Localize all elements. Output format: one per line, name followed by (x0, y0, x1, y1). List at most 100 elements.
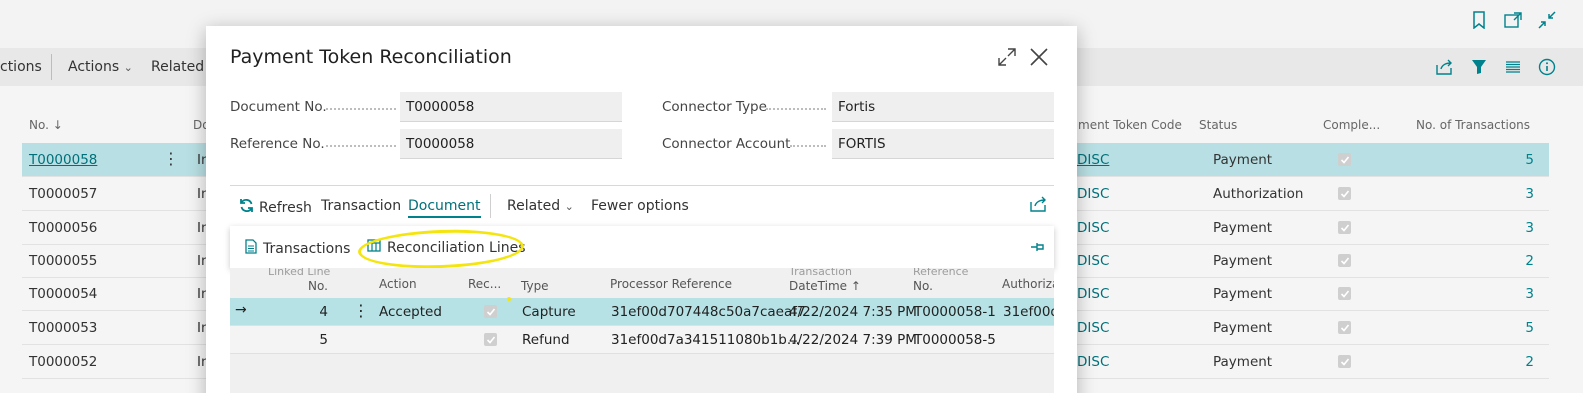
dialog-title: Payment Token Reconciliation (230, 46, 512, 68)
document-no-field[interactable]: T0000058 (400, 92, 622, 122)
share-icon[interactable] (1030, 196, 1048, 216)
column-header-linked-line-top: Linked Line (268, 268, 331, 278)
refresh-icon (239, 198, 254, 217)
reference-no-field[interactable]: T0000058 (400, 129, 622, 159)
toolbar-separator (51, 54, 52, 80)
fewer-options-button[interactable]: Fewer options (591, 198, 689, 214)
row-menu-icon[interactable]: ⋮ (163, 149, 179, 168)
row-code[interactable]: DISC (1077, 152, 1109, 168)
column-header-transactions[interactable]: No. of Transactions (1416, 118, 1530, 132)
row-transactions[interactable]: 5 (1494, 152, 1534, 168)
row-action[interactable]: Accepted (379, 304, 442, 320)
actions-menu[interactable]: Actions ⌄ (68, 59, 133, 75)
related-label: Related (507, 198, 561, 214)
row-no[interactable]: T0000052 (29, 354, 97, 370)
row-status: Payment (1213, 220, 1273, 236)
row-transactions[interactable]: 3 (1494, 186, 1534, 202)
row-processor-reference: 31ef00d707448c50a7caeaf7 (611, 304, 806, 320)
dialog-action-bar: Refresh Transaction Document Related ⌄ F… (230, 192, 1054, 222)
row-no[interactable]: T0000058 (29, 152, 97, 168)
list-view-icon[interactable] (1503, 57, 1523, 77)
row-code[interactable]: DISC (1077, 354, 1109, 370)
row-no[interactable]: T0000057 (29, 186, 97, 202)
column-header-processor-reference[interactable]: Processor Reference (610, 277, 732, 291)
row-code[interactable]: DISC (1077, 286, 1109, 302)
row-completed-checkbox (1338, 153, 1351, 166)
connector-type-field[interactable]: Fortis (832, 92, 1054, 122)
document-no-label: Document No. (230, 99, 327, 115)
column-header-rec[interactable]: Rec... (468, 277, 501, 291)
reconciliation-lines-grid: Linked Line No. Action Rec... Type Proce… (230, 268, 1054, 393)
row-transactions[interactable]: 3 (1494, 220, 1534, 236)
expand-icon[interactable] (997, 47, 1017, 67)
related-menu[interactable]: Related (151, 59, 204, 75)
row-type: Capture (522, 304, 576, 320)
row-transactions[interactable]: 2 (1494, 354, 1534, 370)
column-header-reference-top: Reference (913, 268, 969, 278)
refresh-button[interactable]: Refresh (239, 198, 312, 217)
table-row[interactable]: → 4 ⋮ Accepted Capture 31ef00d707448c50a… (230, 298, 1054, 326)
row-transactions[interactable]: 2 (1494, 253, 1534, 269)
column-header-linked-line[interactable]: No. (308, 279, 328, 293)
row-completed-checkbox (1338, 321, 1351, 334)
info-icon[interactable] (1537, 57, 1557, 77)
actions-partial-item[interactable]: ctions (0, 59, 42, 75)
close-icon[interactable] (1028, 46, 1050, 68)
row-status: Payment (1213, 354, 1273, 370)
row-code[interactable]: DISC (1077, 186, 1109, 202)
document-tab[interactable]: Document (408, 198, 481, 218)
sort-ascending-icon: ↑ (850, 279, 861, 293)
refresh-label: Refresh (259, 199, 312, 216)
transactions-button[interactable]: Transactions (245, 239, 350, 258)
row-transactions[interactable]: 3 (1494, 286, 1534, 302)
highlight-mark (507, 297, 511, 301)
field-leader-dots (326, 145, 396, 147)
row-transactions[interactable]: 5 (1494, 320, 1534, 336)
column-header-authorization[interactable]: Authoriza (1002, 277, 1054, 291)
column-header-datetime-label: DateTime (789, 279, 848, 293)
row-status: Payment (1213, 320, 1273, 336)
row-code[interactable]: DISC (1077, 220, 1109, 236)
row-no[interactable]: T0000053 (29, 320, 97, 336)
row-completed-checkbox (1338, 187, 1351, 200)
row-processor-reference: 31ef00d7a341511080b1b... (611, 332, 800, 348)
table-row[interactable]: 5 Refund 31ef00d7a341511080b1b... 4/22/2… (230, 326, 1054, 354)
action-separator (490, 194, 491, 218)
row-selected-arrow-icon: → (235, 302, 247, 318)
row-no[interactable]: T0000054 (29, 286, 97, 302)
payment-token-reconciliation-dialog: Payment Token Reconciliation Document No… (206, 26, 1077, 393)
row-reference-no: T0000058-5 (914, 332, 996, 348)
column-header-type[interactable]: Type (521, 279, 549, 293)
related-menu[interactable]: Related ⌄ (507, 198, 574, 214)
field-leader-dots (790, 145, 826, 147)
column-header-token-code[interactable]: ment Token Code (1078, 118, 1182, 132)
pin-icon[interactable] (1030, 239, 1046, 255)
open-new-window-icon[interactable] (1503, 10, 1523, 30)
column-header-completed[interactable]: Comple... (1323, 118, 1380, 132)
column-header-action[interactable]: Action (379, 277, 417, 291)
share-icon[interactable] (1435, 57, 1455, 77)
row-line-no: 5 (319, 332, 328, 348)
document-submenu: Transactions Reconciliation Lines (230, 226, 1054, 268)
row-status: Authorization (1213, 186, 1304, 202)
connector-account-field[interactable]: FORTIS (832, 129, 1054, 159)
bookmark-icon[interactable] (1469, 10, 1489, 30)
filter-icon[interactable] (1469, 57, 1489, 77)
column-header-reference[interactable]: No. (913, 279, 933, 293)
column-header-status[interactable]: Status (1199, 118, 1237, 132)
collapse-icon[interactable] (1537, 10, 1557, 30)
connector-account-label: Connector Account (662, 136, 791, 152)
row-completed-checkbox (1338, 287, 1351, 300)
row-code[interactable]: DISC (1077, 253, 1109, 269)
transaction-tab[interactable]: Transaction (321, 198, 401, 214)
row-no[interactable]: T0000056 (29, 220, 97, 236)
column-header-no[interactable]: No. ↓ (29, 118, 63, 132)
row-status: Payment (1213, 286, 1273, 302)
row-menu-icon[interactable]: ⋮ (353, 301, 369, 320)
row-code[interactable]: DISC (1077, 320, 1109, 336)
column-header-datetime[interactable]: DateTime ↑ (789, 279, 861, 293)
row-status: Payment (1213, 152, 1273, 168)
chevron-down-icon: ⌄ (564, 200, 574, 213)
row-reconciled-checkbox (484, 305, 497, 318)
row-no[interactable]: T0000055 (29, 253, 97, 269)
